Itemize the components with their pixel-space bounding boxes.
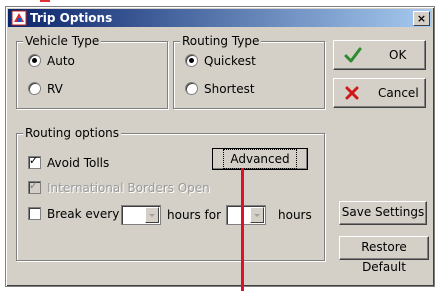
ok-button-label: OK bbox=[389, 48, 407, 62]
close-button[interactable]: × bbox=[413, 11, 430, 26]
break-every-checkbox[interactable]: Break every bbox=[28, 207, 119, 221]
radio-auto-indicator[interactable] bbox=[28, 54, 41, 67]
vehicle-type-legend: Vehicle Type bbox=[23, 34, 102, 48]
restore-default-label: Restore Default bbox=[361, 240, 407, 274]
radio-quickest-label: Quickest bbox=[204, 54, 256, 68]
radio-shortest-indicator[interactable] bbox=[185, 82, 198, 95]
advanced-button-label: Advanced bbox=[223, 149, 297, 169]
break-every-hours-select[interactable] bbox=[121, 205, 161, 225]
radio-auto-label: Auto bbox=[47, 54, 75, 68]
checkmark-icon bbox=[344, 47, 362, 63]
advanced-button[interactable]: Advanced bbox=[212, 148, 308, 170]
chevron-down-icon[interactable] bbox=[145, 207, 159, 223]
avoid-tolls-label: Avoid Tolls bbox=[47, 156, 110, 170]
app-icon bbox=[11, 10, 27, 26]
routing-type-legend: Routing Type bbox=[180, 34, 262, 48]
cancel-button[interactable]: Cancel bbox=[333, 78, 426, 108]
routing-type-group: Routing Type bbox=[173, 34, 325, 109]
radio-quickest-indicator[interactable] bbox=[185, 54, 198, 67]
radio-rv-indicator[interactable] bbox=[28, 82, 41, 95]
x-icon bbox=[345, 86, 359, 100]
radio-shortest[interactable]: Shortest bbox=[185, 82, 255, 96]
hours-for-label: hours for bbox=[167, 208, 222, 222]
international-borders-box[interactable] bbox=[28, 179, 41, 194]
annotation-arrow bbox=[241, 168, 244, 291]
restore-default-button[interactable]: Restore Default bbox=[339, 236, 429, 274]
ok-button[interactable]: OK bbox=[333, 40, 426, 70]
vehicle-type-group: Vehicle Type bbox=[16, 34, 168, 109]
international-borders-label: International Borders Open bbox=[47, 181, 210, 195]
title-bar[interactable]: Trip Options × bbox=[8, 9, 432, 27]
radio-quickest[interactable]: Quickest bbox=[185, 54, 256, 68]
save-settings-label: Save Settings bbox=[341, 205, 425, 219]
avoid-tolls-box[interactable] bbox=[28, 154, 41, 169]
break-every-label: Break every bbox=[47, 207, 120, 221]
break-duration-select[interactable] bbox=[226, 205, 266, 225]
window-title: Trip Options bbox=[30, 11, 113, 25]
cancel-button-label: Cancel bbox=[378, 86, 419, 100]
radio-shortest-label: Shortest bbox=[204, 82, 255, 96]
radio-rv-label: RV bbox=[47, 82, 63, 96]
international-borders-checkbox[interactable]: International Borders Open bbox=[28, 179, 210, 195]
avoid-tolls-checkbox[interactable]: Avoid Tolls bbox=[28, 154, 110, 170]
trip-options-dialog: Trip Options × Vehicle Type Auto RV Rout… bbox=[5, 6, 435, 287]
break-every-box[interactable] bbox=[28, 207, 41, 220]
routing-options-legend: Routing options bbox=[23, 126, 122, 140]
hours-label: hours bbox=[278, 208, 312, 222]
radio-auto[interactable]: Auto bbox=[28, 54, 75, 68]
annotation-mark bbox=[40, 0, 50, 2]
chevron-down-icon[interactable] bbox=[250, 207, 264, 223]
radio-rv[interactable]: RV bbox=[28, 82, 63, 96]
save-settings-button[interactable]: Save Settings bbox=[339, 201, 427, 225]
